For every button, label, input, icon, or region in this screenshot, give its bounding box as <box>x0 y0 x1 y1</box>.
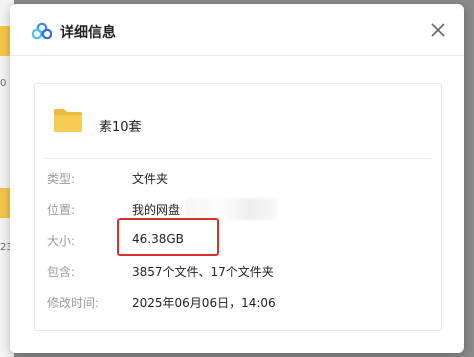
location-value[interactable]: 我的网盘 <box>132 201 180 218</box>
contains-label: 包含: <box>47 265 76 279</box>
divider <box>45 158 431 159</box>
info-row-size: 大小: 46.38GB <box>35 232 441 252</box>
size-label: 大小: <box>47 234 76 248</box>
file-name: 素10套 <box>99 120 142 135</box>
info-row-modified: 修改时间: 2025年06月06日，14:06 <box>35 294 441 314</box>
folder-icon <box>54 109 82 132</box>
type-label: 类型: <box>47 172 76 186</box>
info-row-contains: 包含: 3857个文件、17个文件夹 <box>35 263 441 283</box>
background-item-label: 0 <box>0 78 7 89</box>
dialog-title: 详细信息 <box>60 25 116 41</box>
redacted-path <box>185 198 277 220</box>
details-panel: 素10套 类型: 文件夹 位置: 我的网盘 大小: 46.38GB 包含: 38… <box>34 83 442 331</box>
details-dialog: 详细信息 素10套 类型: 文件夹 位置: 我的网盘 大小: 46.38GB 包… <box>10 4 464 353</box>
modified-value: 2025年06月06日，14:06 <box>132 296 276 310</box>
cloud-logo-icon <box>32 22 52 40</box>
location-label: 位置: <box>47 203 76 217</box>
close-icon[interactable] <box>430 22 446 38</box>
type-value: 文件夹 <box>132 172 169 186</box>
modified-label: 修改时间: <box>47 296 100 310</box>
info-row-type: 类型: 文件夹 <box>35 170 441 190</box>
info-row-location: 位置: 我的网盘 <box>35 198 441 221</box>
size-highlight-box <box>117 218 219 256</box>
dialog-header: 详细信息 <box>10 4 464 56</box>
file-header: 素10套 <box>35 84 441 158</box>
contains-value: 3857个文件、17个文件夹 <box>132 265 274 279</box>
